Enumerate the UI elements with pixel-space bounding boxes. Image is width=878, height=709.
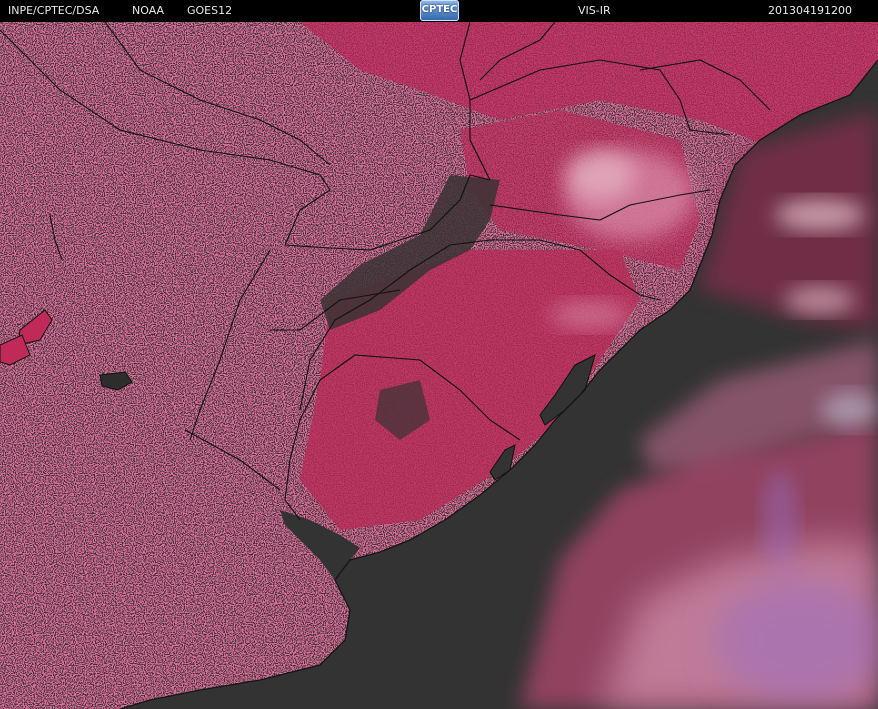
satellite-map bbox=[0, 22, 878, 709]
organization-label: INPE/CPTEC/DSA bbox=[8, 4, 100, 17]
satellite-image-frame: INPE/CPTEC/DSA NOAA GOES12 CPTEC VIS-IR … bbox=[0, 0, 878, 709]
image-header-bar: INPE/CPTEC/DSA NOAA GOES12 CPTEC VIS-IR … bbox=[0, 0, 878, 22]
timestamp-label: 201304191200 bbox=[768, 4, 852, 17]
cptec-logo: CPTEC bbox=[420, 0, 459, 21]
product-label: VIS-IR bbox=[578, 4, 611, 17]
satellite-label: GOES12 bbox=[187, 4, 233, 17]
agency-label: NOAA bbox=[132, 4, 165, 17]
logo-text: CPTEC bbox=[421, 4, 458, 15]
